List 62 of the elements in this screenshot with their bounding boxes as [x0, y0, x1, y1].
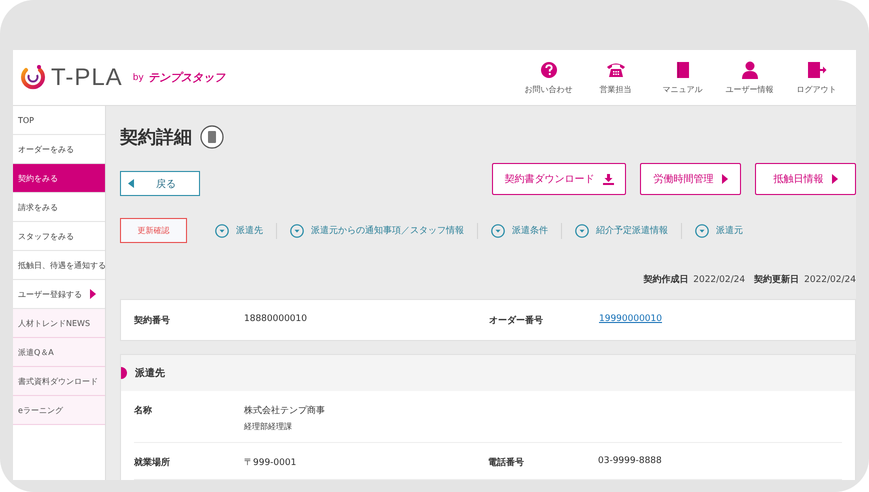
date-label: 契約作成日 — [643, 273, 688, 286]
sidebar-item[interactable]: 請求をみる — [13, 193, 105, 222]
chevron-down-circle-icon — [575, 224, 589, 238]
chevron-down-circle-icon — [491, 224, 505, 238]
field-value: 経理部経理課 — [244, 421, 293, 432]
chevron-down-circle-icon — [695, 224, 709, 238]
action-button[interactable]: 労働時間管理 — [640, 163, 741, 195]
field-value: 〒999-0001 — [244, 457, 296, 469]
section-marker-icon — [121, 367, 127, 379]
triangle-right-icon — [832, 174, 838, 184]
sidebar-item[interactable]: 派遣Q＆A — [13, 338, 105, 367]
section-title: 派遣先 — [135, 366, 165, 380]
header-nav-item[interactable]: マニュアル — [649, 60, 716, 94]
date-value: 2022/02/24 — [804, 274, 856, 284]
logo-by-text: by — [132, 72, 144, 82]
action-button[interactable]: 抵触日情報 — [755, 163, 856, 195]
logo-brand-text: テンプスタッフ — [148, 70, 225, 85]
field-value: 18880000010 — [244, 314, 307, 326]
update-check-button[interactable]: 更新確認 — [120, 218, 187, 243]
chevron-down-circle-icon — [215, 224, 229, 238]
sidebar-item[interactable]: 人材トレンドNEWS — [13, 309, 105, 338]
triangle-right-icon — [90, 289, 96, 299]
back-button[interactable]: 戻る — [120, 171, 200, 196]
field-label: 就業場所 — [134, 456, 171, 469]
date-value: 2022/02/24 — [693, 274, 746, 284]
sidebar-item[interactable]: 契約をみる — [13, 164, 105, 193]
logo-wordmark: T-PLA — [51, 64, 123, 92]
sidebar-item[interactable]: eラーニング — [13, 396, 105, 425]
user-icon — [742, 60, 758, 78]
logout-icon — [806, 60, 826, 78]
sidebar-item[interactable]: 書式資料ダウンロード — [13, 367, 105, 396]
order-number-link[interactable]: 19990000010 — [599, 314, 662, 326]
date-label: 契約更新日 — [754, 273, 800, 286]
field-label: 契約番号 — [134, 314, 171, 326]
sidebar-item[interactable]: 抵触日、待遇を通知する — [13, 251, 105, 280]
anchor-link[interactable]: 紹介予定派遣情報 — [575, 224, 668, 238]
action-button[interactable]: 契約書ダウンロード — [492, 163, 626, 195]
anchor-link[interactable]: 派遣元からの通知事項／スタッフ情報 — [290, 224, 464, 238]
phone-icon — [606, 60, 626, 78]
header-nav-item[interactable]: ユーザー情報 — [716, 60, 783, 94]
field-label: オーダー番号 — [489, 314, 544, 326]
field-label: 電話番号 — [488, 456, 525, 469]
anchor-link[interactable]: 派遣条件 — [491, 224, 548, 238]
chevron-down-circle-icon — [290, 224, 304, 238]
header-nav-item[interactable]: お問い合わせ — [515, 60, 582, 94]
download-icon — [602, 174, 614, 184]
sidebar-item[interactable]: スタッフをみる — [13, 222, 105, 251]
help-icon — [540, 60, 558, 78]
triangle-left-icon — [128, 179, 134, 188]
header-nav-item[interactable]: ログアウト — [783, 60, 850, 94]
sidebar-item[interactable]: TOP — [13, 106, 105, 135]
header-nav-item[interactable]: 営業担当 — [582, 60, 649, 94]
page-title: 契約詳細 — [120, 126, 192, 149]
field-value: 03-9999-8888 — [598, 456, 662, 466]
anchor-link[interactable]: 派遣先 — [215, 224, 263, 238]
triangle-right-icon — [722, 174, 728, 184]
field-label: 名称 — [134, 404, 153, 418]
anchor-link[interactable]: 派遣元 — [695, 224, 743, 238]
field-value: 株式会社テンプ商事 — [244, 404, 325, 417]
book-icon — [676, 60, 690, 78]
logo-swirl-icon — [19, 64, 47, 92]
document-icon — [200, 125, 224, 149]
